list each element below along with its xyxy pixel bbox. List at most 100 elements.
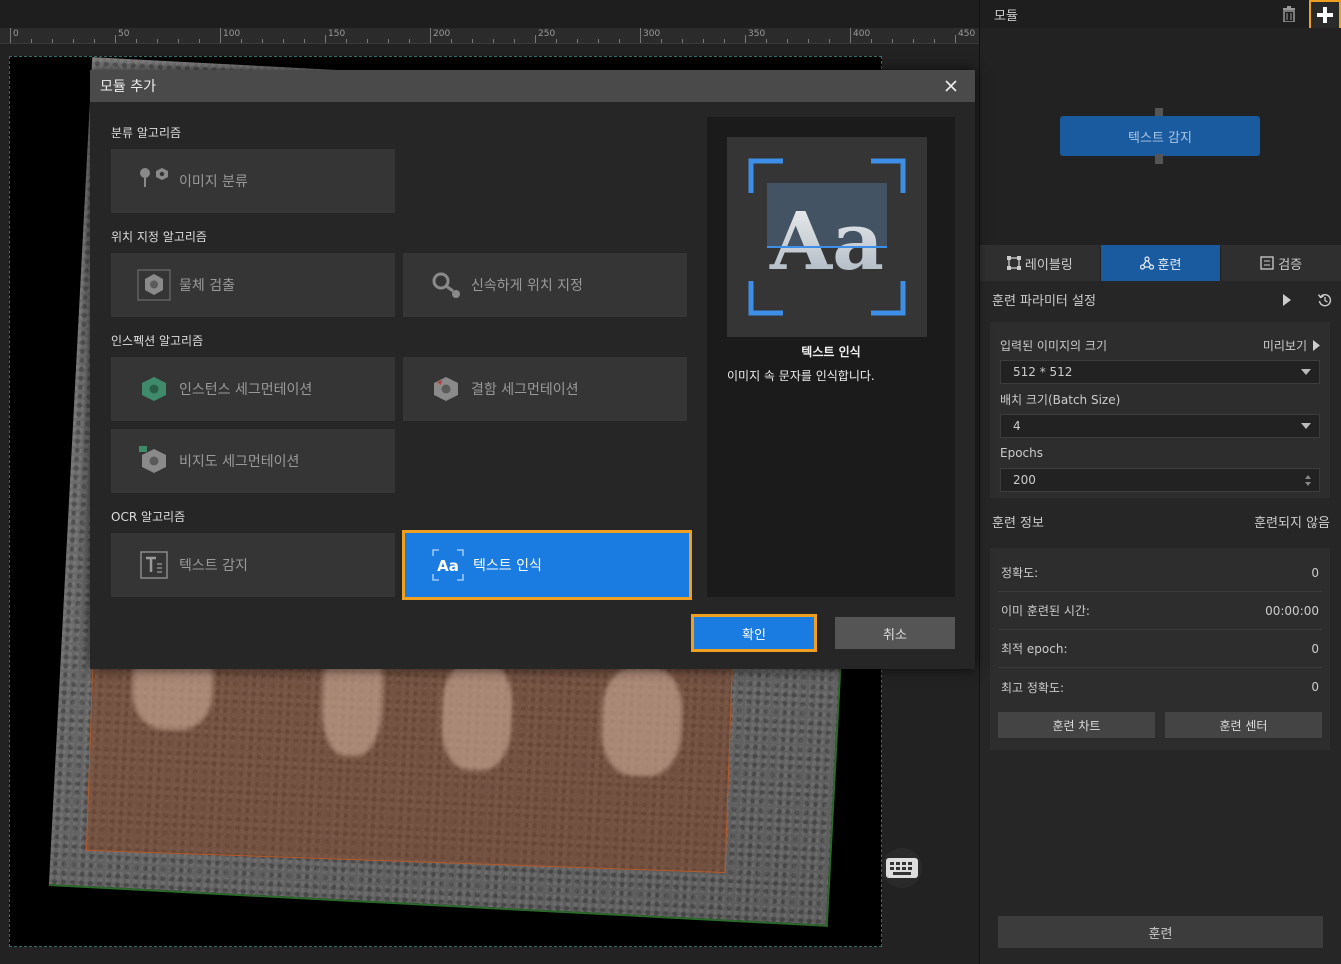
ruler-tick	[745, 35, 746, 43]
ruler-tick	[451, 39, 452, 43]
ruler-tick	[241, 39, 242, 43]
module-instance-segmentation[interactable]: 인스턴스 세그먼테이션	[111, 357, 395, 421]
ruler-tick	[388, 39, 389, 43]
ruler-tick	[913, 39, 914, 43]
ruler-tick	[829, 39, 830, 43]
training-icon	[1139, 256, 1154, 270]
ruler-label: 450	[958, 29, 976, 39]
ruler-tick	[73, 39, 74, 43]
panel-tabs: 레이블링 훈련 검증	[980, 245, 1341, 281]
chevron-down-icon	[1301, 369, 1311, 375]
ruler-label: 250	[538, 29, 556, 39]
batch-size-select[interactable]: 4	[1000, 414, 1320, 438]
keyboard-icon[interactable]	[882, 848, 922, 888]
training-chart-button[interactable]: 훈련 차트	[998, 712, 1155, 738]
ruler-tick	[871, 39, 872, 43]
ruler-tick	[724, 39, 725, 43]
dialog-title: 모듈 추가	[100, 79, 156, 95]
classification-icon	[137, 164, 171, 198]
image-size-label: 입력된 이미지의 크기	[1000, 338, 1107, 353]
panel-header: 모듈	[980, 0, 1341, 30]
ruler-tick	[199, 39, 200, 43]
chevron-down-icon	[1301, 423, 1311, 429]
ruler-tick	[178, 39, 179, 43]
ruler-label: 150	[328, 29, 346, 39]
ruler-tick	[892, 39, 893, 43]
module-text-detection[interactable]: 텍스트 감지	[111, 533, 395, 597]
ruler-tick	[262, 39, 263, 43]
epochs-label: Epochs	[1000, 446, 1043, 460]
plus-icon	[1317, 7, 1333, 23]
info-row: 정확도: 0	[998, 554, 1322, 592]
ruler-tick	[136, 39, 137, 43]
params-header: 훈련 파라미터 설정	[992, 290, 1332, 309]
train-button[interactable]: 훈련	[998, 916, 1323, 948]
module-defect-segmentation[interactable]: 결함 세그먼테이션	[403, 357, 687, 421]
ruler-label: 100	[223, 29, 241, 39]
horizontal-ruler: 0 50 100 150 200 250 300 350 400 450	[0, 28, 979, 44]
batch-size-label: 배치 크기(Batch Size)	[1000, 392, 1121, 407]
preview-module-name: 텍스트 인식	[801, 345, 861, 359]
ruler-tick	[682, 39, 683, 43]
ruler-tick	[157, 39, 158, 43]
module-preview-panel: Aa 텍스트 인식 이미지 속 문자를 인식합니다.	[707, 117, 955, 597]
confirm-button[interactable]: 확인	[691, 614, 817, 652]
tab-labeling[interactable]: 레이블링	[980, 245, 1101, 281]
preview-toggle[interactable]: 미리보기	[1263, 337, 1320, 354]
ruler-tick	[535, 35, 536, 43]
tab-validation[interactable]: 검증	[1221, 245, 1341, 281]
preview-module-description: 이미지 속 문자를 인식합니다.	[727, 369, 875, 383]
text-detection-icon	[137, 548, 171, 582]
magnifier-icon	[429, 268, 463, 302]
spinner-arrows-icon[interactable]	[1305, 474, 1311, 486]
module-text-recognition[interactable]: Aa 텍스트 인식	[402, 530, 692, 600]
params-title: 훈련 파라미터 설정	[992, 294, 1096, 309]
module-object-detection[interactable]: 물체 검출	[111, 253, 395, 317]
module-fast-positioning[interactable]: 신속하게 위치 지정	[403, 253, 687, 317]
ruler-tick	[94, 39, 95, 43]
module-image-classification[interactable]: 이미지 분류	[111, 149, 395, 213]
ruler-label: 50	[118, 29, 130, 39]
ruler-tick	[661, 39, 662, 43]
epochs-stepper[interactable]: 200	[1000, 468, 1320, 492]
ruler-tick	[850, 28, 851, 43]
validation-icon	[1260, 256, 1274, 270]
ruler-tick	[955, 35, 956, 43]
cancel-button[interactable]: 취소	[835, 617, 955, 649]
play-icon[interactable]	[1282, 293, 1292, 306]
labeling-icon	[1006, 256, 1021, 270]
text-recognition-icon: Aa	[431, 548, 465, 582]
ruler-tick	[766, 39, 767, 43]
training-center-button[interactable]: 훈련 센터	[1165, 712, 1322, 738]
ruler-tick	[598, 39, 599, 43]
ruler-tick	[304, 39, 305, 43]
ruler-tick	[577, 39, 578, 43]
add-module-button[interactable]	[1309, 0, 1341, 30]
close-icon[interactable]	[941, 76, 961, 96]
instance-nut-icon	[137, 372, 171, 406]
module-flow: 텍스트 감지	[980, 28, 1341, 245]
ruler-label: 350	[748, 29, 766, 39]
ruler-tick	[640, 28, 641, 43]
image-size-select[interactable]: 512 * 512	[1000, 360, 1320, 384]
ruler-label: 200	[433, 29, 451, 39]
ruler-tick	[409, 39, 410, 43]
add-module-dialog: 모듈 추가 분류 알고리즘 이미지 분류 위치 지정 알고리즘 물체 검출 신속…	[90, 70, 975, 669]
module-unsupervised-segmentation[interactable]: 비지도 세그먼테이션	[111, 429, 395, 493]
tab-training[interactable]: 훈련	[1100, 245, 1222, 281]
flow-node-text-detection[interactable]: 텍스트 감지	[1060, 116, 1260, 156]
ruler-tick	[808, 39, 809, 43]
canvas-toolbar	[0, 0, 979, 28]
ruler-tick	[367, 39, 368, 43]
ruler-tick	[514, 39, 515, 43]
triangle-right-icon	[1313, 339, 1320, 351]
text-recognition-preview-icon: Aa	[727, 137, 927, 337]
ruler-tick	[493, 39, 494, 43]
section-ocr: OCR 알고리즘	[111, 510, 186, 524]
trash-icon[interactable]	[1279, 3, 1299, 25]
section-inspection: 인스펙션 알고리즘	[111, 334, 204, 348]
ruler-label: 400	[853, 29, 871, 39]
history-icon[interactable]	[1318, 293, 1332, 307]
ruler-tick	[472, 39, 473, 43]
nut-icon	[137, 268, 171, 302]
